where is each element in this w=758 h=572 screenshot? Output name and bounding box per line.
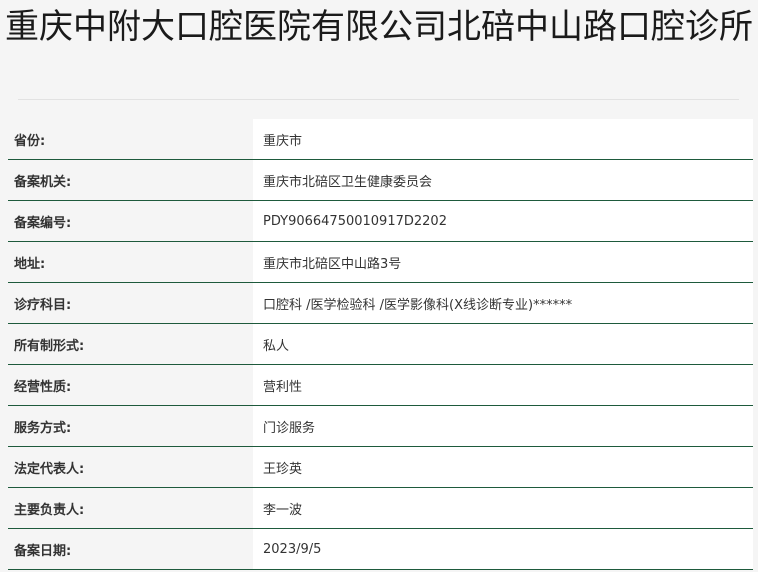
row-label: 备案编号: bbox=[14, 215, 72, 231]
info-row-business-nature: 经营性质: 营利性 bbox=[8, 365, 753, 406]
info-row-province: 省份: 重庆市 bbox=[8, 119, 753, 160]
row-label: 地址: bbox=[14, 256, 46, 272]
row-value: 口腔科 /医学检验科 /医学影像科(X线诊断专业)****** bbox=[253, 283, 753, 323]
row-label: 主要负责人: bbox=[14, 502, 85, 518]
row-label: 备案日期: bbox=[14, 543, 72, 559]
info-row-registration-date: 备案日期: 2023/9/5 bbox=[8, 529, 753, 570]
info-row-registration-number: 备案编号: PDY90664750010917D2202 bbox=[8, 201, 753, 242]
row-value: 李一波 bbox=[253, 488, 753, 528]
info-row-service-mode: 服务方式: 门诊服务 bbox=[8, 406, 753, 447]
row-label: 经营性质: bbox=[14, 379, 72, 395]
info-row-authority: 备案机关: 重庆市北碚区卫生健康委员会 bbox=[8, 160, 753, 201]
row-value: 私人 bbox=[253, 324, 753, 364]
row-value: 重庆市北碚区卫生健康委员会 bbox=[253, 160, 753, 200]
page-title: 重庆中附大口腔医院有限公司北碚中山路口腔诊所 bbox=[5, 7, 753, 47]
row-value: 门诊服务 bbox=[253, 406, 753, 446]
info-row-principal: 主要负责人: 李一波 bbox=[8, 488, 753, 529]
info-row-legal-representative: 法定代表人: 王珍英 bbox=[8, 447, 753, 488]
info-row-address: 地址: 重庆市北碚区中山路3号 bbox=[8, 242, 753, 283]
row-value: 2023/9/5 bbox=[253, 529, 753, 569]
row-value: 营利性 bbox=[253, 365, 753, 405]
row-label: 服务方式: bbox=[14, 420, 72, 436]
row-label: 诊疗科目: bbox=[14, 297, 72, 313]
info-row-ownership: 所有制形式: 私人 bbox=[8, 324, 753, 365]
row-value: 重庆市 bbox=[253, 119, 753, 159]
info-table: 省份: 重庆市 备案机关: 重庆市北碚区卫生健康委员会 备案编号: PDY906… bbox=[8, 119, 753, 570]
row-value: 重庆市北碚区中山路3号 bbox=[253, 242, 753, 282]
title-divider bbox=[18, 99, 739, 100]
row-label: 所有制形式: bbox=[14, 338, 85, 354]
row-value: 王珍英 bbox=[253, 447, 753, 487]
row-label: 法定代表人: bbox=[14, 461, 85, 477]
row-label: 省份: bbox=[14, 133, 46, 149]
row-label: 备案机关: bbox=[14, 174, 72, 190]
row-value: PDY90664750010917D2202 bbox=[253, 201, 753, 241]
info-row-departments: 诊疗科目: 口腔科 /医学检验科 /医学影像科(X线诊断专业)****** bbox=[8, 283, 753, 324]
